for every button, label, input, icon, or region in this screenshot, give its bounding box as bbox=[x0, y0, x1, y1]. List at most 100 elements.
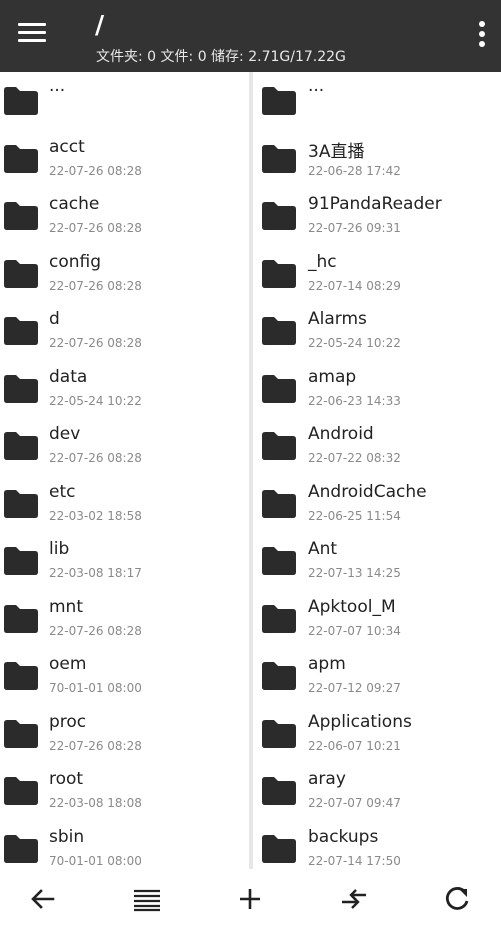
folder-name: AndroidCache bbox=[308, 481, 427, 502]
folder-modified-date: 70-01-01 08:00 bbox=[49, 681, 142, 695]
folder-modified-date: 22-05-24 10:22 bbox=[49, 393, 142, 408]
refresh-icon[interactable] bbox=[441, 883, 473, 915]
folder-modified-date: 22-06-28 17:42 bbox=[308, 163, 401, 178]
folder-row[interactable]: _hc 22-07-14 08:29 bbox=[253, 245, 501, 303]
folder-modified-date: 22-06-07 10:21 bbox=[308, 738, 401, 753]
folder-modified-date: 22-07-26 08:28 bbox=[49, 163, 142, 178]
folder-modified-date: 22-03-08 18:08 bbox=[49, 796, 142, 810]
storage-stats: 文件夹: 0 文件: 0 储存: 2.71G/17.22G bbox=[96, 49, 346, 65]
folder-modified-date: 22-07-12 09:27 bbox=[308, 681, 401, 695]
folder-icon bbox=[3, 604, 39, 634]
folder-row[interactable]: Android 22-07-22 08:32 bbox=[253, 417, 501, 475]
folder-name: data bbox=[49, 366, 88, 387]
folder-name: ... bbox=[308, 76, 325, 96]
folder-row[interactable]: Ant 22-07-13 14:25 bbox=[253, 532, 501, 590]
folder-modified-date: 22-07-26 08:28 bbox=[49, 738, 142, 753]
folder-modified-date: 22-07-26 09:31 bbox=[308, 221, 401, 235]
folder-icon bbox=[3, 259, 39, 289]
hamburger-menu-icon[interactable] bbox=[14, 18, 50, 48]
folder-icon bbox=[261, 374, 297, 404]
folder-name: config bbox=[49, 251, 102, 272]
folder-row[interactable]: proc 22-07-26 08:28 bbox=[0, 705, 249, 763]
folder-icon bbox=[3, 201, 39, 231]
folder-row[interactable]: config 22-07-26 08:28 bbox=[0, 245, 249, 303]
folder-name: root bbox=[49, 769, 84, 789]
right-file-pane[interactable]: ... 3A直播 22-06-28 17:42 91PandaReader 22-07-… bbox=[253, 72, 501, 869]
folder-row[interactable]: amap 22-06-23 14:33 bbox=[253, 360, 501, 418]
folder-name: amap bbox=[308, 366, 357, 387]
folder-row[interactable]: sbin 70-01-01 08:00 bbox=[0, 820, 249, 870]
folder-row[interactable]: aray 22-07-07 09:47 bbox=[253, 762, 501, 820]
folder-name: d bbox=[49, 309, 60, 329]
list-view-icon[interactable] bbox=[131, 883, 163, 915]
folder-name: Applications bbox=[308, 711, 412, 732]
folder-name: 3A直播 bbox=[308, 141, 365, 162]
folder-icon bbox=[261, 431, 297, 461]
folder-row[interactable]: Applications 22-06-07 10:21 bbox=[253, 705, 501, 763]
folder-name: aray bbox=[308, 769, 346, 789]
folder-icon bbox=[3, 489, 39, 519]
left-file-pane[interactable]: ... acct 22-07-26 08:28 cache 22-07-26 08:28… bbox=[0, 72, 249, 869]
folder-row[interactable]: Alarms 22-05-24 10:22 bbox=[253, 302, 501, 360]
parent-directory-row[interactable]: ... bbox=[253, 72, 501, 130]
folder-icon bbox=[3, 86, 39, 116]
folder-name: acct bbox=[49, 136, 85, 157]
folder-name: _hc bbox=[308, 251, 337, 272]
folder-row[interactable]: 3A直播 22-06-28 17:42 bbox=[253, 130, 501, 188]
folder-icon bbox=[261, 546, 297, 576]
folder-name: Alarms bbox=[308, 309, 367, 329]
folder-row[interactable]: root 22-03-08 18:08 bbox=[0, 762, 249, 820]
folder-modified-date: 22-07-26 08:28 bbox=[49, 221, 142, 235]
folder-icon bbox=[261, 316, 297, 346]
folder-modified-date: 22-07-14 08:29 bbox=[308, 278, 401, 293]
folder-row[interactable]: AndroidCache 22-06-25 11:54 bbox=[253, 475, 501, 533]
folder-name: etc bbox=[49, 481, 76, 502]
folder-modified-date: 22-06-25 11:54 bbox=[308, 508, 401, 523]
folder-icon bbox=[261, 144, 297, 174]
folder-name: Ant bbox=[308, 539, 338, 559]
folder-row[interactable]: Apktool_M 22-07-07 10:34 bbox=[253, 590, 501, 648]
folder-icon bbox=[3, 316, 39, 346]
folder-name: proc bbox=[49, 711, 87, 732]
folder-modified-date: 22-07-14 17:50 bbox=[308, 853, 401, 868]
folder-name: backups bbox=[308, 826, 379, 847]
parent-directory-row[interactable]: ... bbox=[0, 72, 249, 130]
folder-modified-date: 22-03-08 18:17 bbox=[49, 566, 142, 580]
folder-icon bbox=[3, 374, 39, 404]
folder-icon bbox=[261, 834, 297, 864]
folder-row[interactable]: cache 22-07-26 08:28 bbox=[0, 187, 249, 245]
folder-row[interactable]: dev 22-07-26 08:28 bbox=[0, 417, 249, 475]
folder-name: mnt bbox=[49, 596, 83, 617]
folder-row[interactable]: backups 22-07-14 17:50 bbox=[253, 820, 501, 870]
folder-row[interactable]: 91PandaReader 22-07-26 09:31 bbox=[253, 187, 501, 245]
folder-row[interactable]: mnt 22-07-26 08:28 bbox=[0, 590, 249, 648]
more-vertical-icon[interactable] bbox=[477, 19, 487, 49]
folder-icon bbox=[261, 604, 297, 634]
folder-row[interactable]: apm 22-07-12 09:27 bbox=[253, 647, 501, 705]
folder-row[interactable]: oem 70-01-01 08:00 bbox=[0, 647, 249, 705]
folder-row[interactable]: d 22-07-26 08:28 bbox=[0, 302, 249, 360]
dual-pane-file-browser: ... acct 22-07-26 08:28 cache 22-07-26 08:28… bbox=[0, 72, 501, 869]
folder-icon bbox=[3, 776, 39, 806]
folder-icon bbox=[261, 259, 297, 289]
folder-row[interactable]: data 22-05-24 10:22 bbox=[0, 360, 249, 418]
bottom-toolbar bbox=[0, 869, 501, 928]
folder-row[interactable]: etc 22-03-02 18:58 bbox=[0, 475, 249, 533]
folder-modified-date: 22-07-07 09:47 bbox=[308, 796, 401, 810]
add-icon[interactable] bbox=[234, 883, 266, 915]
top-app-bar: / 文件夹: 0 文件: 0 储存: 2.71G/17.22G bbox=[0, 0, 501, 72]
folder-name: 91PandaReader bbox=[308, 194, 442, 214]
folder-name: sbin bbox=[49, 826, 85, 847]
folder-row[interactable]: acct 22-07-26 08:28 bbox=[0, 130, 249, 188]
folder-name: lib bbox=[49, 539, 70, 559]
folder-modified-date: 70-01-01 08:00 bbox=[49, 853, 142, 868]
folder-icon bbox=[261, 201, 297, 231]
current-path-title: / bbox=[95, 10, 105, 39]
folder-row[interactable]: lib 22-03-08 18:17 bbox=[0, 532, 249, 590]
folder-icon bbox=[261, 719, 297, 749]
back-arrow-icon[interactable] bbox=[27, 883, 59, 915]
folder-modified-date: 22-03-02 18:58 bbox=[49, 508, 142, 523]
folder-name: oem bbox=[49, 654, 87, 674]
swap-panes-icon[interactable] bbox=[338, 883, 370, 915]
folder-modified-date: 22-07-07 10:34 bbox=[308, 623, 401, 638]
